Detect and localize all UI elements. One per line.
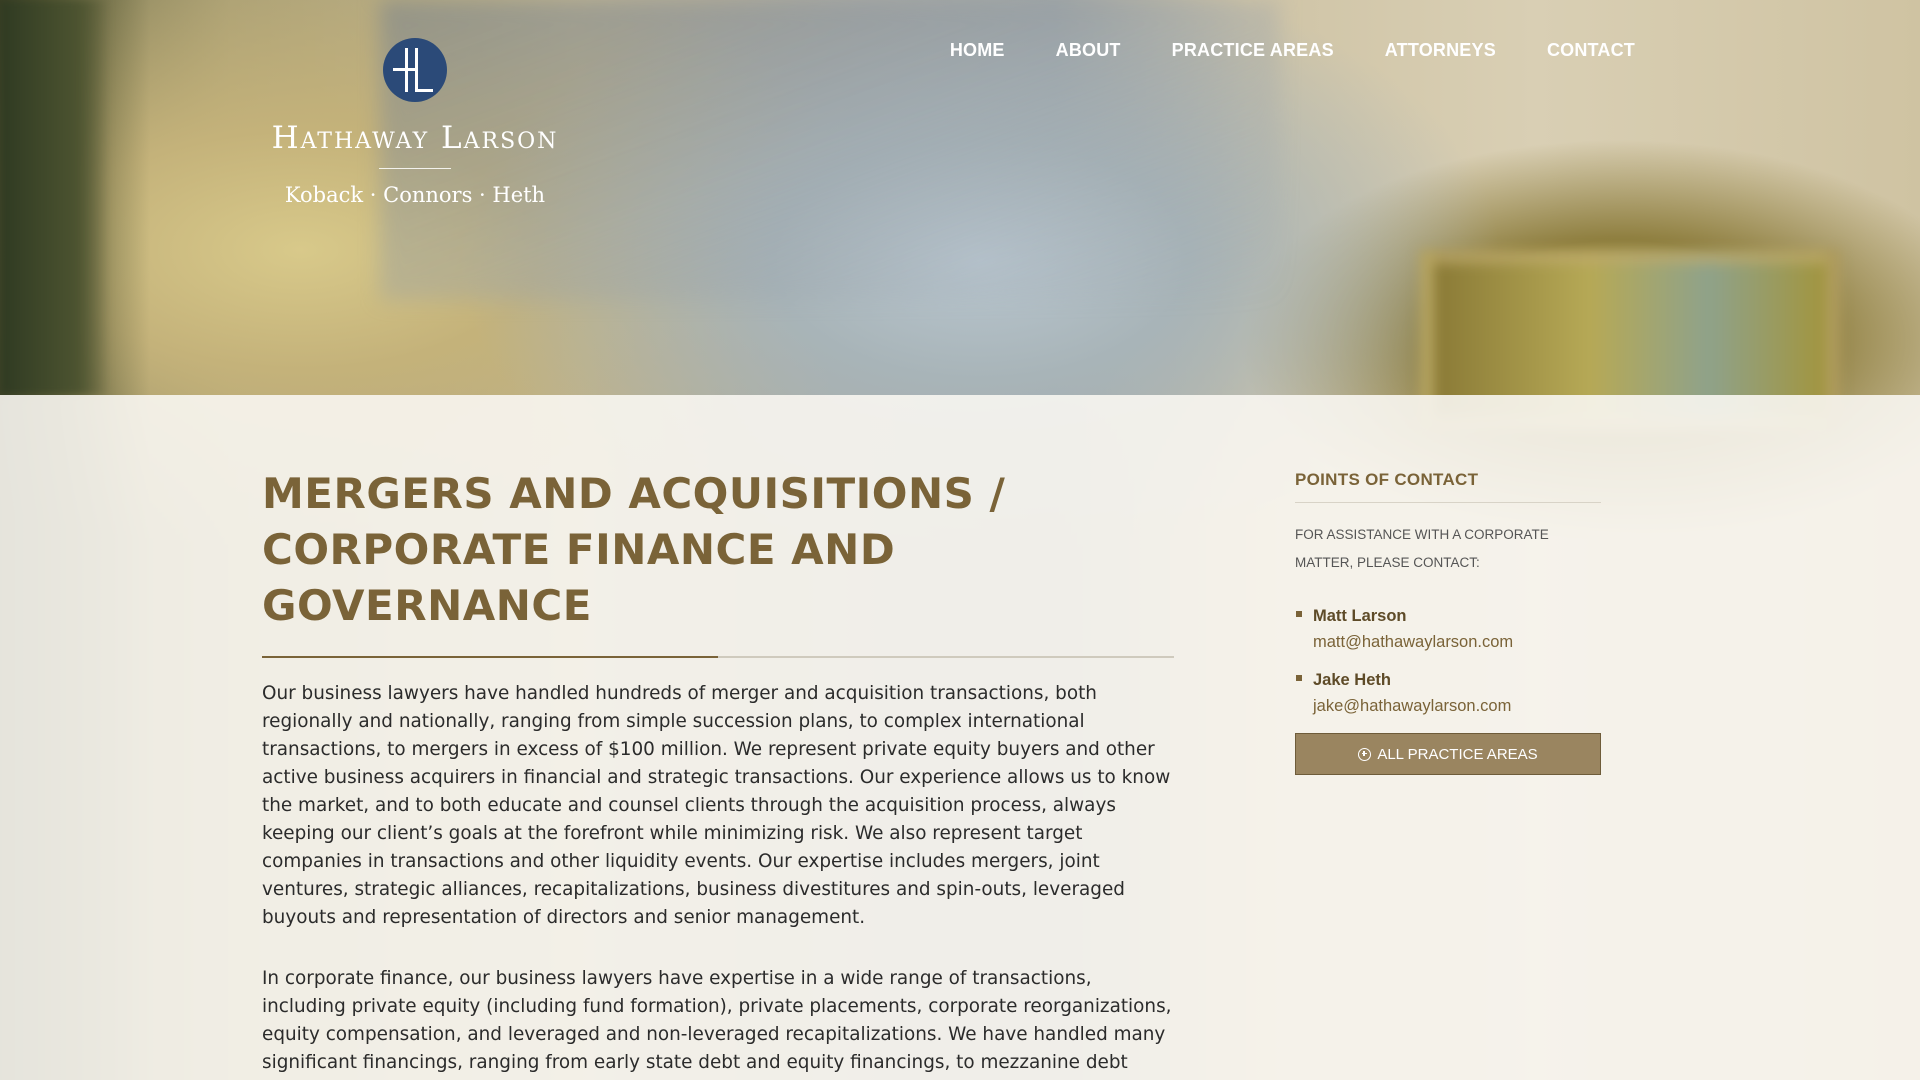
body-paragraph-2: In corporate finance, our business lawye… <box>262 968 1172 1073</box>
contact-item: Jake Heth jake@hathawaylarson.com <box>1295 667 1601 719</box>
contact-name: Matt Larson <box>1313 607 1407 625</box>
logo-name: Hathaway Larson <box>271 120 559 156</box>
sidebar-heading: POINTS OF CONTACT <box>1295 470 1479 489</box>
nav-home[interactable]: HOME <box>950 40 1005 61</box>
title-divider-accent <box>262 656 718 658</box>
logo-mark-icon <box>383 38 447 102</box>
main-content: MERGERS AND ACQUISITIONS / CORPORATE FIN… <box>262 466 1174 1080</box>
contact-email-link[interactable]: matt@hathawaylarson.com <box>1313 629 1601 655</box>
logo-divider <box>379 168 451 169</box>
points-of-contact-sidebar: POINTS OF CONTACT FOR ASSISTANCE WITH A … <box>1295 470 1601 775</box>
nav-practice-areas[interactable]: PRACTICE AREAS <box>1172 40 1334 61</box>
logo-subtitle: Koback · Connors · Heth <box>284 183 546 207</box>
background-pillar <box>0 0 110 395</box>
contact-list: Matt Larson matt@hathawaylarson.com Jake… <box>1295 603 1601 719</box>
sidebar-divider <box>1295 502 1601 503</box>
plus-circle-icon <box>1358 747 1372 761</box>
contact-name: Jake Heth <box>1313 671 1391 689</box>
contact-item: Matt Larson matt@hathawaylarson.com <box>1295 603 1601 655</box>
title-divider <box>262 656 1174 658</box>
main-nav: HOME ABOUT PRACTICE AREAS ATTORNEYS CONT… <box>950 40 1635 61</box>
bullet-icon <box>1296 675 1302 681</box>
button-label: ALL PRACTICE AREAS <box>1377 745 1538 763</box>
page: Hathaway Larson Koback · Connors · Heth … <box>0 0 1920 1080</box>
site-logo[interactable]: Hathaway Larson Koback · Connors · Heth <box>260 38 570 207</box>
page-title: MERGERS AND ACQUISITIONS / CORPORATE FIN… <box>262 469 1006 630</box>
all-practice-areas-button[interactable]: ALL PRACTICE AREAS <box>1295 733 1601 775</box>
bullet-icon <box>1296 611 1302 617</box>
nav-about[interactable]: ABOUT <box>1056 40 1121 61</box>
sidebar-intro: FOR ASSISTANCE WITH A CORPORATE MATTER, … <box>1295 527 1549 570</box>
nav-attorneys[interactable]: ATTORNEYS <box>1385 40 1496 61</box>
nav-contact[interactable]: CONTACT <box>1547 40 1635 61</box>
contact-email-link[interactable]: jake@hathawaylarson.com <box>1313 693 1601 719</box>
body-paragraph-1: Our business lawyers have handled hundre… <box>262 683 1171 928</box>
